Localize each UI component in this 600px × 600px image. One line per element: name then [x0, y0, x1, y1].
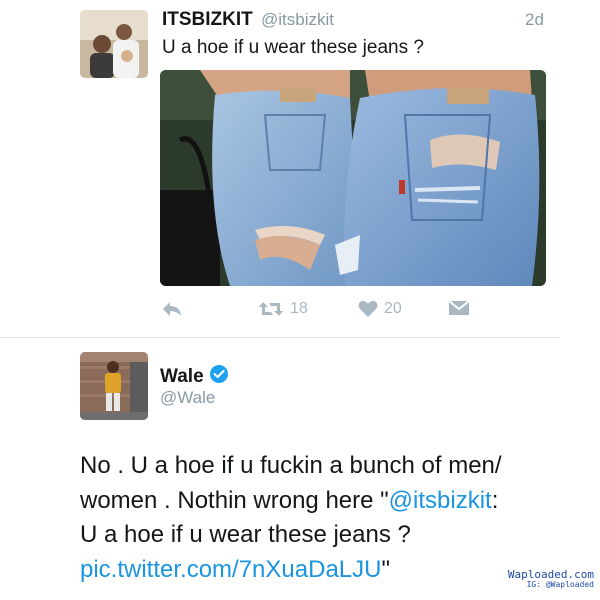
- watermark-site: Waploaded.com: [507, 568, 594, 581]
- media-link[interactable]: pic.twitter.com/7nXuaDaLJU: [80, 556, 381, 583]
- retweet-count: 18: [290, 300, 308, 317]
- mention-link[interactable]: @itsbizkit: [389, 487, 492, 514]
- display-name-text[interactable]: Wale: [160, 366, 204, 388]
- like-count: 20: [384, 300, 402, 317]
- direct-message-button[interactable]: [448, 300, 470, 316]
- timestamp[interactable]: 2d: [525, 10, 544, 30]
- tweet-original: ITSBIZKIT @itsbizkit 2d U a hoe if u wea…: [0, 0, 600, 340]
- message-icon: [448, 300, 470, 316]
- display-name-wale[interactable]: Wale: [160, 364, 229, 390]
- watermark-instagram: IG: @Waploaded: [526, 580, 594, 589]
- tweet-body: No . U a hoe if u fuckin a bunch of men/…: [80, 449, 580, 587]
- tweet-media-photo[interactable]: [160, 70, 546, 286]
- tweet-actions: 18 20: [0, 300, 600, 326]
- like-button[interactable]: 20: [358, 300, 402, 318]
- avatar-itsbizkit[interactable]: [80, 10, 148, 78]
- user-handle-wale[interactable]: @Wale: [160, 388, 215, 408]
- tweet-body-line: No . U a hoe if u fuckin a bunch of men/: [80, 452, 502, 479]
- tweet-body-line: U a hoe if u wear these jeans ?: [80, 521, 411, 548]
- user-handle[interactable]: @itsbizkit: [261, 10, 334, 30]
- display-name[interactable]: ITSBIZKIT: [162, 9, 253, 31]
- reply-button[interactable]: [162, 300, 182, 318]
- reply-icon: [162, 300, 182, 318]
- tweet-body-line: women . Nothin wrong here "@itsbizkit:: [80, 484, 580, 519]
- heart-icon: [358, 300, 378, 318]
- avatar-wale[interactable]: [80, 352, 148, 420]
- tweet-text: U a hoe if u wear these jeans ?: [162, 37, 424, 58]
- tweet-body-line: pic.twitter.com/7nXuaDaLJU": [80, 553, 580, 588]
- tweet-divider: [0, 337, 560, 338]
- tweet-body-text: ": [381, 555, 390, 583]
- verified-badge-icon: [209, 364, 229, 390]
- retweet-button[interactable]: 18: [258, 300, 308, 318]
- retweet-icon: [258, 300, 284, 318]
- watermark: Waploaded.com IG: @Waploaded: [507, 568, 594, 590]
- tweet-body-text: women . Nothin wrong here ": [80, 486, 389, 514]
- tweet-body-text: :: [491, 486, 499, 514]
